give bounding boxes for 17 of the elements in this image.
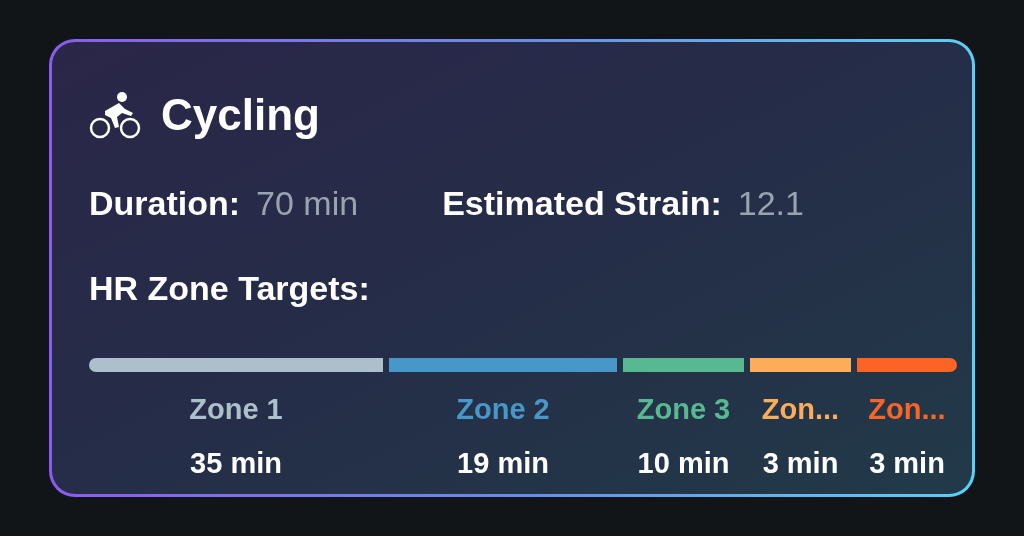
zone-name: Zone 3 [636,392,731,427]
zone-time: 3 min [762,445,839,481]
zone-time: 35 min [190,445,282,481]
zone-time: 19 min [457,445,549,481]
zone-time: 3 min [869,445,945,481]
zones-heading: HR Zone Targets: [89,268,371,309]
zone-name: Zone 1 [189,392,283,427]
stat-label: Estimated Strain: [442,183,722,224]
zone-name: Zon... [761,392,840,427]
cyclist-icon [89,91,141,139]
zone-name: Zone 2 [456,392,550,427]
stat-label: Duration: [89,183,241,224]
stat-value: 12.1 [737,183,804,224]
zone-time: 10 min [637,445,730,481]
activity-title: Cycling [161,89,320,141]
stat-value: 70 min [256,183,359,224]
zone-name: Zon... [868,392,946,427]
